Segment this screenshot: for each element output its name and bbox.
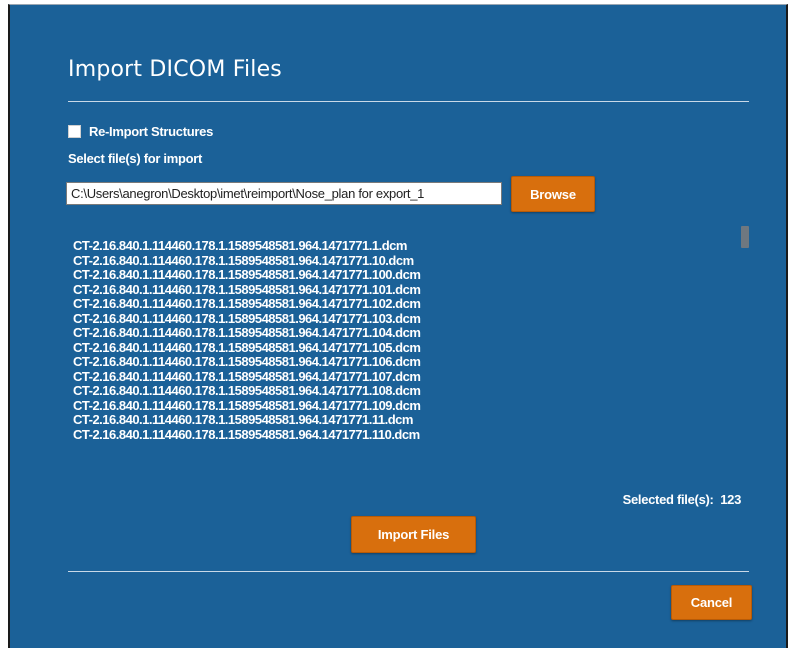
reimport-structures-checkbox[interactable] — [68, 125, 81, 138]
import-dicom-dialog: Import DICOM Files Re-Import Structures … — [8, 4, 788, 648]
import-files-button[interactable]: Import Files — [351, 516, 476, 553]
file-list-item[interactable]: CT-2.16.840.1.114460.178.1.1589548581.96… — [73, 282, 753, 298]
file-path-input[interactable] — [66, 182, 502, 205]
selected-files-value: 123 — [720, 492, 741, 507]
file-list[interactable]: CT-2.16.840.1.114460.178.1.1589548581.96… — [73, 239, 753, 477]
file-list-item[interactable]: CT-2.16.840.1.114460.178.1.1589548581.96… — [73, 354, 753, 370]
file-list-scrollbar[interactable] — [741, 226, 749, 248]
footer-divider — [68, 571, 749, 572]
file-list-item[interactable]: CT-2.16.840.1.114460.178.1.1589548581.96… — [73, 311, 753, 327]
file-list-item[interactable]: CT-2.16.840.1.114460.178.1.1589548581.96… — [73, 369, 753, 385]
file-list-item[interactable]: CT-2.16.840.1.114460.178.1.1589548581.96… — [73, 253, 753, 269]
dialog-title: Import DICOM Files — [68, 57, 282, 82]
file-list-item[interactable]: CT-2.16.840.1.114460.178.1.1589548581.96… — [73, 296, 753, 312]
file-list-item[interactable]: CT-2.16.840.1.114460.178.1.1589548581.96… — [73, 325, 753, 341]
file-list-item[interactable]: CT-2.16.840.1.114460.178.1.1589548581.96… — [73, 398, 753, 414]
file-list-item[interactable]: CT-2.16.840.1.114460.178.1.1589548581.96… — [73, 383, 753, 399]
title-divider — [68, 101, 749, 102]
file-list-item[interactable]: CT-2.16.840.1.114460.178.1.1589548581.96… — [73, 239, 753, 254]
file-list-item[interactable]: CT-2.16.840.1.114460.178.1.1589548581.96… — [73, 340, 753, 356]
file-list-item[interactable]: CT-2.16.840.1.114460.178.1.1589548581.96… — [73, 427, 753, 443]
browse-button[interactable]: Browse — [511, 176, 595, 212]
reimport-structures-label[interactable]: Re-Import Structures — [89, 124, 213, 139]
file-list-item[interactable]: CT-2.16.840.1.114460.178.1.1589548581.96… — [73, 412, 753, 428]
select-files-label: Select file(s) for import — [68, 151, 203, 166]
file-list-item[interactable]: CT-2.16.840.1.114460.178.1.1589548581.96… — [73, 267, 753, 283]
selected-files-count: Selected file(s): 123 — [622, 492, 742, 507]
reimport-structures-row[interactable]: Re-Import Structures — [68, 124, 213, 139]
selected-files-label: Selected file(s): — [622, 492, 714, 507]
cancel-button[interactable]: Cancel — [671, 585, 752, 620]
